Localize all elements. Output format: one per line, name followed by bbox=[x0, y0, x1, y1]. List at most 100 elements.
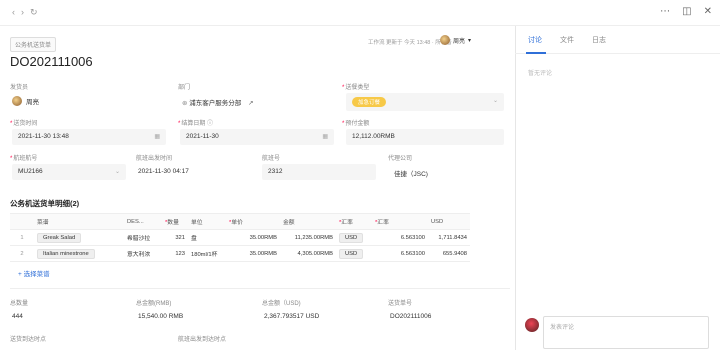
flight-time-label: 航班出发到达时点 bbox=[178, 337, 227, 343]
divider bbox=[10, 288, 510, 289]
departure-value: 2021-11-30 04:17 bbox=[138, 168, 189, 175]
desc-cell: 希腊沙拉 bbox=[124, 229, 162, 246]
avatar bbox=[440, 35, 450, 45]
amount-cell: 4,305.00RMB bbox=[280, 245, 336, 262]
link-icon[interactable]: ↗ bbox=[248, 100, 253, 107]
col-unit[interactable]: 单位 bbox=[188, 213, 226, 230]
price-cell: 35.00RMB bbox=[226, 245, 280, 262]
main-content: 公务机送货单 工作流 更新于 今天 13:48 · 所有者 周亮 ▾ DO202… bbox=[0, 26, 515, 350]
side-tabs: 讨论 文件 日志 bbox=[528, 35, 606, 45]
total-rmb-value: 15,540.00 RMB bbox=[138, 313, 184, 320]
arrival-time-label: 送货到达时点 bbox=[10, 337, 47, 343]
page-title: DO202111006 bbox=[10, 54, 93, 69]
section-title: 公务机送货单明细(2) bbox=[10, 199, 80, 208]
tab-active-indicator bbox=[526, 52, 546, 54]
rate-cell: 6.563100 bbox=[372, 245, 428, 262]
dept-value[interactable]: ⊛ 浦东客户服务分部 ↗ bbox=[182, 97, 254, 107]
delivery-type-label: *送餐类型 bbox=[342, 85, 370, 91]
comment-input[interactable]: 发表评论 bbox=[543, 316, 709, 349]
agent-label: 代理公司 bbox=[388, 156, 413, 162]
tab-files[interactable]: 文件 bbox=[560, 35, 574, 45]
order-no-label: 送货单号 bbox=[388, 301, 413, 307]
delivery-time-label: *送货时间 bbox=[10, 121, 38, 127]
delivery-time-input[interactable]: 2021-11-30 13:48 ▦ bbox=[12, 129, 166, 145]
record-type-tag: 公务机送货单 bbox=[10, 37, 57, 52]
qty-cell[interactable]: 123 bbox=[162, 245, 188, 262]
desc-cell: 意大利浓 bbox=[124, 245, 162, 262]
col-dish[interactable]: 菜谱 bbox=[34, 213, 124, 230]
col-index bbox=[10, 213, 34, 230]
settle-date-input[interactable]: 2021-11-30 ▦ bbox=[180, 129, 334, 145]
unit-cell: 盘 bbox=[188, 229, 226, 246]
rate-cell: 6.563100 bbox=[372, 229, 428, 246]
table-row[interactable]: 1 Greak Salad 希腊沙拉 321 盘 35.00RMB 11,235… bbox=[10, 229, 470, 246]
sender-value[interactable]: 周亮 bbox=[12, 96, 39, 106]
tab-discussion[interactable]: 讨论 bbox=[528, 35, 542, 45]
calendar-icon: ▦ bbox=[322, 134, 328, 140]
col-price[interactable]: *单价 bbox=[226, 213, 280, 230]
departure-label: 航班出发时间 bbox=[136, 156, 173, 162]
total-rmb-label: 总金额(RMB) bbox=[136, 301, 172, 307]
qty-cell[interactable]: 321 bbox=[162, 229, 188, 246]
nav-buttons: ‹ › ↻ bbox=[12, 7, 38, 18]
dish-cell[interactable]: Italian minestrone bbox=[34, 245, 124, 262]
col-qty[interactable]: *数量 bbox=[162, 213, 188, 230]
no-comments-text: 暂无评论 bbox=[528, 71, 553, 77]
tab-log[interactable]: 日志 bbox=[592, 35, 606, 45]
window-controls: ⋯ ◫ ✕ bbox=[660, 6, 712, 17]
add-dish-button[interactable]: + 选择菜谱 bbox=[18, 268, 50, 278]
info-icon: ⓘ bbox=[207, 121, 214, 127]
sender-label: 发货员 bbox=[10, 85, 29, 91]
refresh-icon[interactable]: ↻ bbox=[30, 7, 38, 18]
chevron-down-icon: ▾ bbox=[468, 37, 472, 44]
col-currency[interactable]: *汇率 bbox=[336, 213, 372, 230]
flight-label: *航班航号 bbox=[10, 156, 38, 162]
usd-cell: 655.9408 bbox=[428, 245, 470, 262]
calendar-icon: ▦ bbox=[154, 134, 160, 140]
flight-no-input[interactable]: 2312 bbox=[262, 164, 376, 180]
delivery-type-select[interactable]: 加急订餐 ⌄ bbox=[346, 93, 504, 111]
total-usd-value: 2,367.793517 USD bbox=[264, 313, 320, 320]
chevron-down-icon: ⌄ bbox=[492, 98, 498, 104]
owner-name: 周亮 bbox=[453, 38, 466, 45]
close-icon[interactable]: ✕ bbox=[704, 6, 712, 17]
total-qty-label: 总数量 bbox=[10, 301, 29, 307]
order-no-value: DO202111006 bbox=[390, 313, 432, 320]
chevron-down-icon: ⌄ bbox=[114, 169, 120, 175]
owner[interactable]: 周亮 ▾ bbox=[440, 35, 471, 45]
col-usd[interactable]: USD bbox=[428, 213, 470, 230]
flight-no-label: 航班号 bbox=[262, 156, 281, 162]
col-amount[interactable]: 金额 bbox=[280, 213, 336, 230]
chevron-right-icon[interactable]: › bbox=[21, 7, 24, 18]
unit-cell: 180ml/1杯 bbox=[188, 245, 226, 262]
settle-date-label: *结算日期 ⓘ bbox=[178, 121, 214, 127]
flight-select[interactable]: MU2166 ⌄ bbox=[12, 164, 126, 180]
panel-icon[interactable]: ◫ bbox=[682, 6, 691, 17]
table-header-row: 菜谱 DES... *数量 单位 *单价 金额 *汇率 *汇率 USD bbox=[10, 213, 470, 230]
more-icon[interactable]: ⋯ bbox=[660, 6, 670, 17]
table-row[interactable]: 2 Italian minestrone 意大利浓 123 180ml/1杯 3… bbox=[10, 245, 470, 262]
est-amount-input[interactable]: 12,112.00RMB bbox=[346, 129, 504, 145]
org-icon: ⊛ bbox=[182, 100, 188, 107]
agent-value: 佳捷（JSC) bbox=[394, 171, 428, 178]
delivery-type-pill: 加急订餐 bbox=[352, 97, 387, 107]
row-index: 1 bbox=[10, 229, 34, 246]
avatar bbox=[525, 318, 539, 332]
dept-label: 部门 bbox=[178, 85, 191, 91]
amount-cell: 11,235.00RMB bbox=[280, 229, 336, 246]
usd-cell: 1,711.8434 bbox=[428, 229, 470, 246]
currency-cell[interactable]: USD bbox=[336, 245, 372, 262]
total-usd-label: 总金额（USD) bbox=[262, 301, 301, 307]
avatar bbox=[12, 96, 22, 106]
price-cell: 35.00RMB bbox=[226, 229, 280, 246]
dish-cell[interactable]: Greak Salad bbox=[34, 229, 124, 246]
chevron-left-icon[interactable]: ‹ bbox=[12, 7, 15, 18]
top-bar: ‹ › ↻ ⋯ ◫ ✕ bbox=[0, 0, 720, 26]
items-table: 菜谱 DES... *数量 单位 *单价 金额 *汇率 *汇率 USD 1 Gr… bbox=[10, 213, 470, 262]
col-rate[interactable]: *汇率 bbox=[372, 213, 428, 230]
col-desc[interactable]: DES... bbox=[124, 213, 162, 230]
currency-cell[interactable]: USD bbox=[336, 229, 372, 246]
est-amount-label: *预付金额 bbox=[342, 121, 370, 127]
row-index: 2 bbox=[10, 245, 34, 262]
total-qty-value: 444 bbox=[12, 313, 23, 320]
